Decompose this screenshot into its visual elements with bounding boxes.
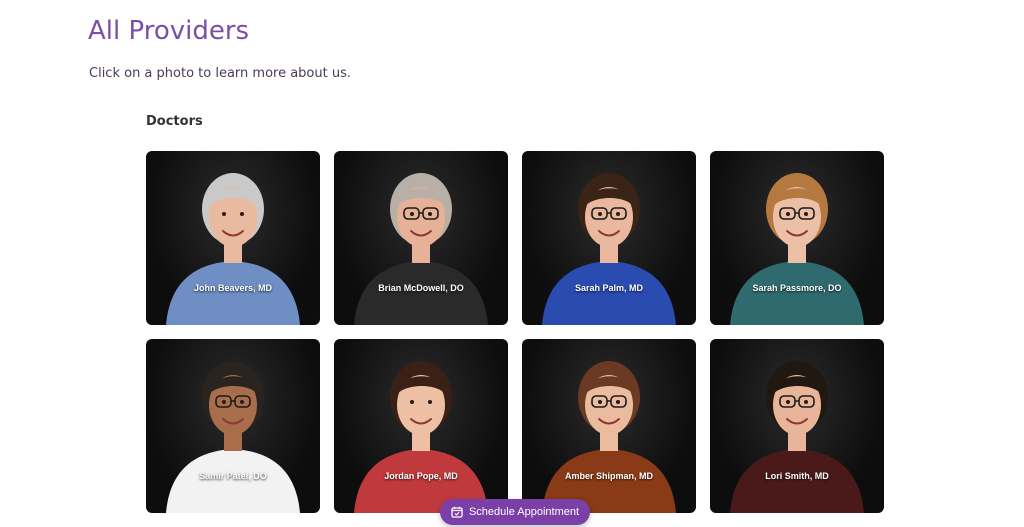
eye-shape — [428, 400, 432, 404]
shirt-shape — [542, 261, 676, 325]
provider-photo — [542, 361, 676, 513]
provider-photo — [354, 361, 488, 513]
shirt-shape — [730, 261, 864, 325]
provider-photo — [542, 173, 676, 325]
eye-shape — [786, 400, 790, 404]
eye-shape — [804, 400, 808, 404]
provider-name: Sarah Palm, MD — [574, 283, 644, 293]
provider-card[interactable]: Jordan Pope, MD — [334, 339, 508, 513]
provider-card[interactable]: Amber Shipman, MD — [522, 339, 696, 513]
eye-shape — [786, 212, 790, 216]
provider-name: Lori Smith, MD — [765, 471, 829, 481]
shirt-shape — [166, 261, 300, 325]
eye-shape — [598, 212, 602, 216]
schedule-appointment-button[interactable]: Schedule Appointment — [440, 499, 590, 525]
provider-name: Sarah Passmore, DO — [752, 283, 842, 293]
providers-grid: John Beavers, MD Brian McDowell, DO Sara… — [146, 151, 884, 513]
eye-shape — [616, 400, 620, 404]
schedule-appointment-label: Schedule Appointment — [468, 506, 580, 518]
calendar-icon — [451, 506, 463, 518]
eye-shape — [428, 212, 432, 216]
provider-card[interactable]: Sarah Palm, MD — [522, 151, 696, 325]
page-subtitle: Click on a photo to learn more about us. — [89, 66, 351, 81]
provider-name: Jordan Pope, MD — [384, 471, 458, 481]
provider-name: Amber Shipman, MD — [564, 471, 653, 481]
provider-photo — [354, 173, 488, 325]
eye-shape — [410, 400, 414, 404]
eye-shape — [222, 400, 226, 404]
eye-shape — [222, 212, 226, 216]
provider-name: John Beavers, MD — [193, 283, 273, 293]
eye-shape — [410, 212, 414, 216]
provider-name: Samir Patel, DO — [199, 471, 267, 481]
page-title: All Providers — [88, 16, 250, 46]
provider-photo — [730, 173, 864, 325]
provider-name: Brian McDowell, DO — [378, 283, 464, 293]
eye-shape — [616, 212, 620, 216]
eye-shape — [240, 400, 244, 404]
provider-photo — [166, 361, 300, 513]
provider-card[interactable]: Sarah Passmore, DO — [710, 151, 884, 325]
eye-shape — [240, 212, 244, 216]
section-heading-doctors: Doctors — [146, 114, 203, 129]
provider-photo — [730, 361, 864, 513]
provider-photo — [166, 173, 300, 325]
provider-card[interactable]: John Beavers, MD — [146, 151, 320, 325]
provider-card[interactable]: Samir Patel, DO — [146, 339, 320, 513]
provider-card[interactable]: Brian McDowell, DO — [334, 151, 508, 325]
shirt-shape — [354, 261, 488, 325]
shirt-shape — [730, 449, 864, 513]
eye-shape — [804, 212, 808, 216]
eye-shape — [598, 400, 602, 404]
provider-card[interactable]: Lori Smith, MD — [710, 339, 884, 513]
shirt-shape — [166, 449, 300, 513]
